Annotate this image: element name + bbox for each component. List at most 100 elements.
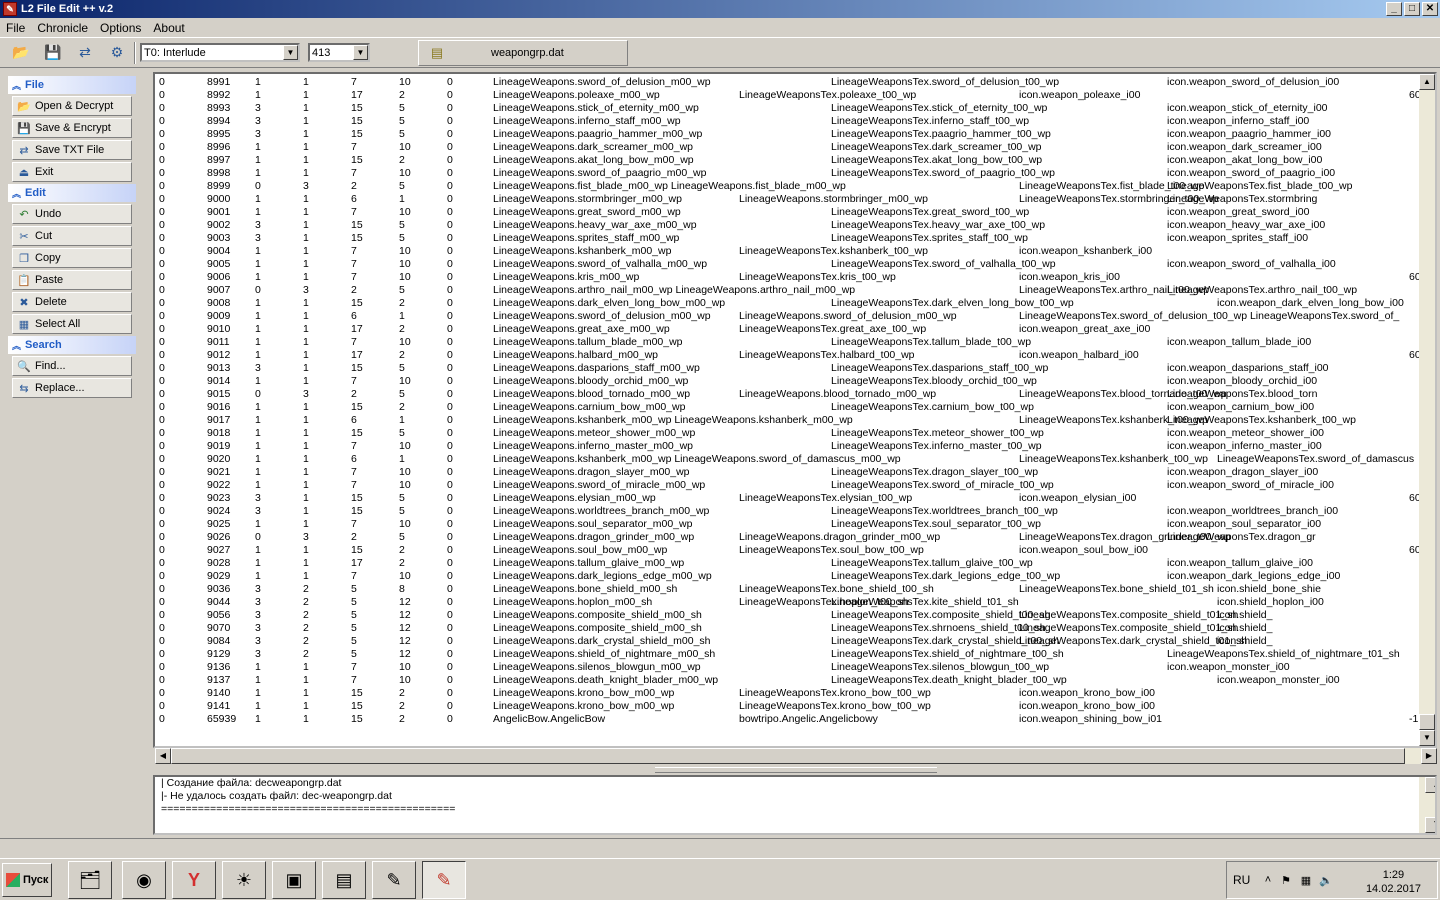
table-row[interactable]: 0 9019 1 1 7 10 0 LineageWeapons.inferno_master… (155, 440, 1421, 453)
table-row[interactable]: 0 9008 1 1 15 2 0 LineageWeapons.dark_elven_lon… (155, 297, 1421, 310)
chronicle-select[interactable]: T0: Interlude ▼ (140, 43, 300, 62)
table-row[interactable]: 0 9018 1 1 15 5 0 LineageWeapons.meteor_shower_… (155, 427, 1421, 440)
notepad-icon[interactable]: ▤ (322, 861, 366, 899)
scroll-left-icon[interactable]: ◀ (155, 748, 171, 764)
vertical-scrollbar[interactable]: ▲ ▼ (1419, 74, 1435, 746)
table-row[interactable]: 0 8997 1 1 15 2 0 LineageWeapons.akat_long_bow_… (155, 154, 1421, 167)
editor-icon[interactable]: ✎ (372, 861, 416, 899)
app-icon[interactable]: ☀ (222, 861, 266, 899)
table-row[interactable]: 0 9015 0 3 2 5 0 LineageWeapons.blood_tornado_m… (155, 388, 1421, 401)
table-row[interactable]: 0 8992 1 1 17 2 0 LineageWeapons.poleaxe_m00_wp… (155, 89, 1421, 102)
monitor-icon[interactable]: ▣ (272, 861, 316, 899)
scroll-up-icon[interactable]: ▲ (1419, 74, 1435, 90)
undo-button[interactable]: ↶ Undo (12, 204, 132, 224)
select-all-button[interactable]: ▦ Select All (12, 314, 132, 334)
table-row[interactable]: 0 9137 1 1 7 10 0 LineageWeapons.death_knight_b… (155, 674, 1421, 687)
horizontal-scrollbar[interactable]: ◀ ▶ (155, 748, 1437, 764)
horizontal-splitter[interactable] (655, 767, 937, 773)
vertical-splitter[interactable] (145, 72, 151, 834)
cut-button[interactable]: ✂ Cut (12, 226, 132, 246)
save-icon[interactable]: 💾 (40, 41, 66, 65)
menu-file[interactable]: File (0, 21, 31, 35)
network-icon[interactable]: ▦ (1299, 874, 1313, 888)
flag-icon[interactable]: ⚑ (1279, 874, 1293, 888)
file-tab[interactable]: ▤ weapongrp.dat (418, 40, 628, 66)
table-row[interactable]: 0 65939 1 1 15 2 0 AngelicBow.AngelicBow bowtrip… (155, 713, 1421, 726)
table-row[interactable]: 0 9014 1 1 7 10 0 LineageWeapons.bloody_orchid_… (155, 375, 1421, 388)
table-row[interactable]: 0 9036 3 2 5 8 0 LineageWeapons.bone_shield_m00… (155, 583, 1421, 596)
table-row[interactable]: 0 8991 1 1 7 10 0 LineageWeapons.sword_of_delus… (155, 76, 1421, 89)
yandex-browser-icon[interactable]: Y (172, 861, 216, 899)
l2-file-edit-task[interactable]: ✎ (422, 861, 466, 899)
scroll-thumb[interactable] (171, 748, 1405, 764)
table-row[interactable]: 0 8993 3 1 15 5 0 LineageWeapons.stick_of_etern… (155, 102, 1421, 115)
log-scrollbar[interactable]: ▲ ▼ (1419, 777, 1435, 833)
close-button[interactable]: ✕ (1422, 2, 1438, 16)
table-row[interactable]: 0 9136 1 1 7 10 0 LineageWeapons.silenos_blowgu… (155, 661, 1421, 674)
table-row[interactable]: 0 9002 3 1 15 5 0 LineageWeapons.heavy_war_axe_… (155, 219, 1421, 232)
table-row[interactable]: 0 9007 0 3 2 5 0 LineageWeapons.arthro_nail_m00… (155, 284, 1421, 297)
table-row[interactable]: 0 9006 1 1 7 10 0 LineageWeapons.kris_m00_wp Lin… (155, 271, 1421, 284)
table-row[interactable]: 0 8996 1 1 7 10 0 LineageWeapons.dark_screamer_… (155, 141, 1421, 154)
table-row[interactable]: 0 9027 1 1 15 2 0 LineageWeapons.soul_bow_m00_w… (155, 544, 1421, 557)
open-decrypt-button[interactable]: 📂 Open & Decrypt (12, 96, 132, 116)
table-row[interactable]: 0 9003 3 1 15 5 0 LineageWeapons.sprites_staff_… (155, 232, 1421, 245)
table-row[interactable]: 0 9029 1 1 7 10 0 LineageWeapons.dark_legions_e… (155, 570, 1421, 583)
scroll-thumb[interactable] (1419, 714, 1435, 730)
clock[interactable]: 1:29 14.02.2017 (1366, 868, 1421, 896)
table-row[interactable]: 0 9024 3 1 15 5 0 LineageWeapons.worldtrees_bra… (155, 505, 1421, 518)
chrome-icon[interactable]: ◉ (122, 861, 166, 899)
table-row[interactable]: 0 9017 1 1 6 1 0 LineageWeapons.kshanberk_m00_w… (155, 414, 1421, 427)
table-row[interactable]: 0 9021 1 1 7 10 0 LineageWeapons.dragon_slayer_… (155, 466, 1421, 479)
save-txt-icon[interactable]: ⇄ (72, 41, 98, 65)
table-row[interactable]: 0 9129 3 2 5 12 0 LineageWeapons.shield_of_nigh… (155, 648, 1421, 661)
table-row[interactable]: 0 8995 3 1 15 5 0 LineageWeapons.paagrio_hammer… (155, 128, 1421, 141)
table-row[interactable]: 0 9020 1 1 6 1 0 LineageWeapons.kshanberk_m00_w… (155, 453, 1421, 466)
maximize-button[interactable]: □ (1404, 2, 1420, 16)
copy-button[interactable]: ❐ Copy (12, 248, 132, 268)
save-txt-button[interactable]: ⇄ Save TXT File (12, 140, 132, 160)
table-row[interactable]: 0 9010 1 1 17 2 0 LineageWeapons.great_axe_m00_… (155, 323, 1421, 336)
table-row[interactable]: 0 9022 1 1 7 10 0 LineageWeapons.sword_of_mirac… (155, 479, 1421, 492)
volume-icon[interactable]: 🔈 (1319, 874, 1333, 888)
menu-about[interactable]: About (147, 21, 190, 35)
table-row[interactable]: 0 9016 1 1 15 2 0 LineageWeapons.carnium_bow_m0… (155, 401, 1421, 414)
table-row[interactable]: 0 9028 1 1 17 2 0 LineageWeapons.tallum_glaive_… (155, 557, 1421, 570)
edit-section-header[interactable]: ︽ Edit (8, 184, 136, 202)
save-encrypt-button[interactable]: 💾 Save & Encrypt (12, 118, 132, 138)
delete-button[interactable]: ✖ Delete (12, 292, 132, 312)
log-panel[interactable]: | Создание файла: decweapongrp.dat |- Не… (153, 775, 1437, 835)
search-section-header[interactable]: ︽ Search (8, 336, 136, 354)
replace-button[interactable]: ⇆ Replace... (12, 378, 132, 398)
menu-chronicle[interactable]: Chronicle (31, 21, 94, 35)
open-icon[interactable]: 📂 (8, 41, 34, 65)
exit-button[interactable]: ⏏ Exit (12, 162, 132, 182)
minimize-button[interactable]: _ (1386, 2, 1402, 16)
table-row[interactable]: 0 9000 1 1 6 1 0 LineageWeapons.stormbringer_m0… (155, 193, 1421, 206)
table-row[interactable]: 0 9026 0 3 2 5 0 LineageWeapons.dragon_grinder_… (155, 531, 1421, 544)
table-row[interactable]: 0 9070 3 2 5 12 0 LineageWeapons.composite_shie… (155, 622, 1421, 635)
table-row[interactable]: 0 9004 1 1 7 10 0 LineageWeapons.kshanberk_m00_… (155, 245, 1421, 258)
explorer-icon[interactable]: 🗂 (68, 861, 112, 899)
chevron-down-icon[interactable]: ▼ (283, 45, 298, 60)
table-row[interactable]: 0 9009 1 1 6 1 0 LineageWeapons.sword_of_delusi… (155, 310, 1421, 323)
table-row[interactable]: 0 9025 1 1 7 10 0 LineageWeapons.soul_separator… (155, 518, 1421, 531)
paste-button[interactable]: 📋 Paste (12, 270, 132, 290)
table-row[interactable]: 0 8999 0 3 2 5 0 LineageWeapons.fist_blade_m00_… (155, 180, 1421, 193)
settings-icon[interactable]: ⚙ (104, 41, 130, 65)
table-row[interactable]: 0 9011 1 1 7 10 0 LineageWeapons.tallum_blade_m… (155, 336, 1421, 349)
language-indicator[interactable]: RU (1233, 873, 1250, 887)
chevron-up-icon[interactable]: ˄ (1261, 874, 1275, 888)
chevron-down-icon[interactable]: ▼ (353, 45, 368, 60)
table-row[interactable]: 0 9084 3 2 5 12 0 LineageWeapons.dark_crystal_s… (155, 635, 1421, 648)
data-grid[interactable]: 0 8991 1 1 7 10 0 LineageWeapons.sword_of_delus… (153, 72, 1437, 748)
find-button[interactable]: 🔍 Find... (12, 356, 132, 376)
scroll-right-icon[interactable]: ▶ (1421, 748, 1437, 764)
scroll-up-icon[interactable]: ▲ (1425, 777, 1435, 793)
table-row[interactable]: 0 8998 1 1 7 10 0 LineageWeapons.sword_of_paagr… (155, 167, 1421, 180)
version-select[interactable]: 413 ▼ (308, 43, 370, 62)
table-row[interactable]: 0 8994 3 1 15 5 0 LineageWeapons.inferno_staff_… (155, 115, 1421, 128)
scroll-down-icon[interactable]: ▼ (1425, 817, 1435, 833)
table-row[interactable]: 0 9012 1 1 17 2 0 LineageWeapons.halbard_m00_wp… (155, 349, 1421, 362)
table-row[interactable]: 0 9140 1 1 15 2 0 LineageWeapons.krono_bow_m00_… (155, 687, 1421, 700)
